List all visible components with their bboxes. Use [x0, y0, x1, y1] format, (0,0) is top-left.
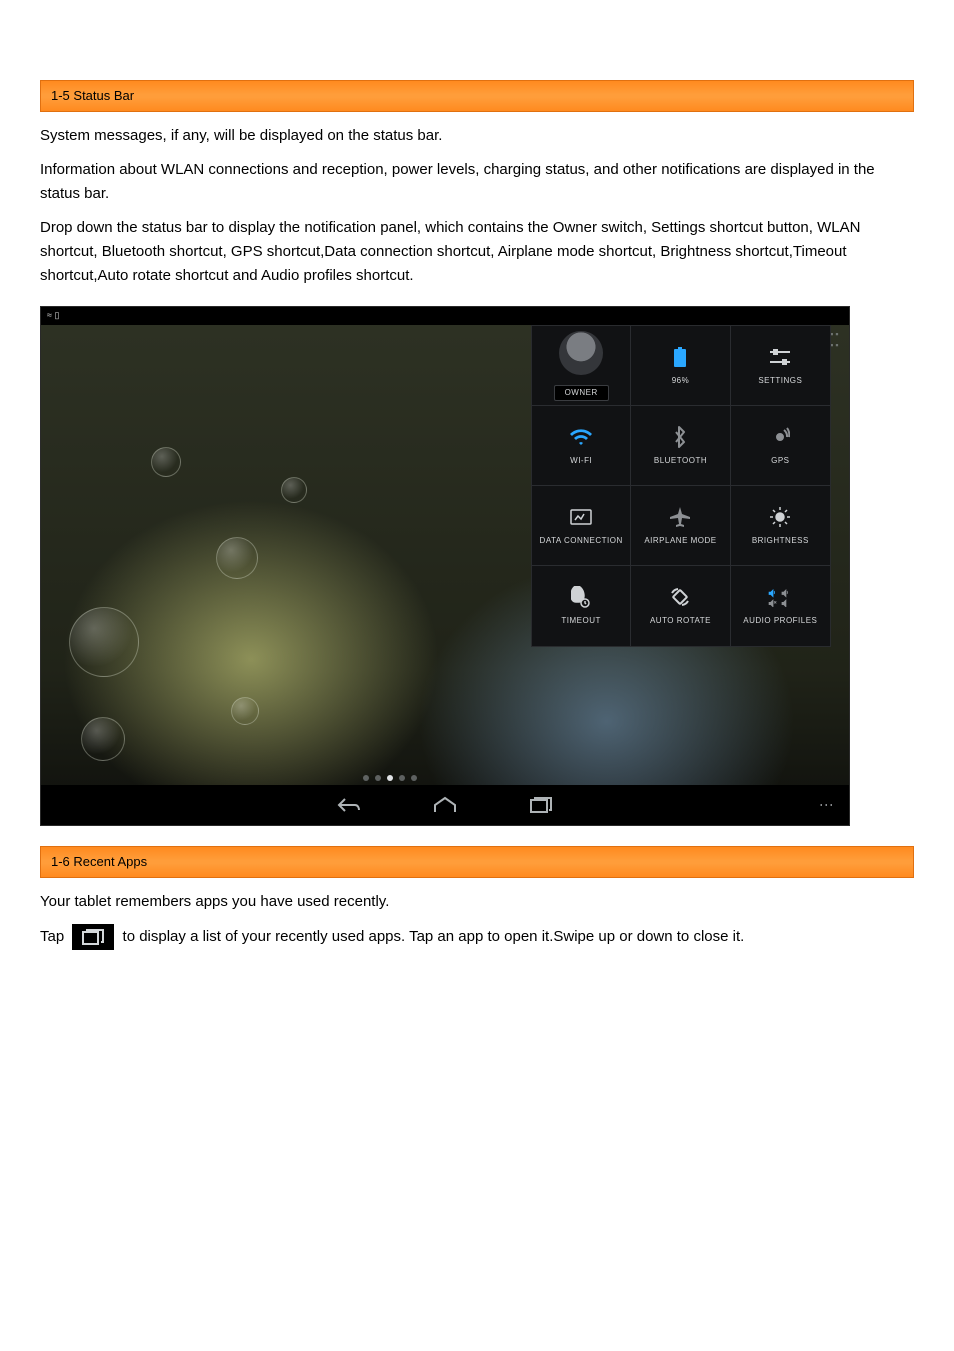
airplane-icon [668, 505, 692, 529]
text-fragment: Tap [40, 928, 64, 945]
qs-label: AUTO ROTATE [650, 615, 711, 627]
quick-settings-panel: OWNER 96% SETTINGS WI-FI [531, 325, 831, 647]
qs-label: GPS [771, 455, 789, 467]
avatar-icon [559, 331, 603, 375]
statusbar-left-icons: ≈ ▯ [47, 309, 59, 323]
qs-tile-audio-profiles[interactable]: AUDIO PROFILES [731, 566, 830, 646]
qs-label: OWNER [554, 385, 609, 401]
brightness-icon [768, 505, 792, 529]
recent-apps-icon[interactable] [527, 791, 555, 819]
paragraph: Drop down the status bar to display the … [40, 216, 914, 288]
tablet-screenshot: ≈ ▯ ▪▪▪▪▪▪ OWNER 96% SETTI [40, 306, 850, 826]
audio-profiles-icon [768, 585, 792, 609]
qs-label: DATA CONNECTION [540, 535, 623, 547]
paragraph: System messages, if any, will be display… [40, 124, 914, 148]
qs-tile-bluetooth[interactable]: BLUETOOTH [631, 406, 730, 486]
qs-tile-settings[interactable]: SETTINGS [731, 326, 830, 406]
qs-tile-owner[interactable]: OWNER [532, 326, 631, 406]
section-heading-status-bar: 1-5 Status Bar [40, 80, 914, 112]
qs-tile-wifi[interactable]: WI-FI [532, 406, 631, 486]
qs-tile-airplane-mode[interactable]: AIRPLANE MODE [631, 486, 730, 566]
qs-label: BLUETOOTH [654, 455, 707, 467]
section-heading-label: 1-6 Recent Apps [51, 852, 147, 872]
timeout-icon [569, 585, 593, 609]
section-body-status-bar: System messages, if any, will be display… [40, 124, 914, 288]
section-heading-recent-apps: 1-6 Recent Apps [40, 846, 914, 878]
menu-dots-icon[interactable]: ⋮ [816, 798, 837, 812]
qs-tile-data-connection[interactable]: DATA CONNECTION [532, 486, 631, 566]
paragraph: Information about WLAN connections and r… [40, 158, 914, 206]
qs-label: 96% [672, 375, 690, 387]
sliders-icon [768, 345, 792, 369]
section-body-recent-apps: Your tablet remembers apps you have used… [40, 890, 914, 950]
paragraph: Your tablet remembers apps you have used… [40, 890, 914, 914]
home-icon[interactable] [431, 791, 459, 819]
qs-label: SETTINGS [758, 375, 802, 387]
auto-rotate-icon [668, 585, 692, 609]
qs-label: AUDIO PROFILES [743, 615, 817, 627]
qs-tile-auto-rotate[interactable]: AUTO ROTATE [631, 566, 730, 646]
qs-tile-gps[interactable]: GPS [731, 406, 830, 486]
recent-apps-icon [72, 924, 114, 950]
qs-tile-battery[interactable]: 96% [631, 326, 730, 406]
bluetooth-icon [668, 425, 692, 449]
qs-tile-timeout[interactable]: TIMEOUT [532, 566, 631, 646]
home-page-indicator [363, 775, 417, 781]
text-fragment: to display a list of your recently used … [123, 928, 745, 945]
paragraph-with-icon: Tap to display a list of your recently u… [40, 924, 914, 950]
qs-label: WI-FI [570, 455, 592, 467]
battery-icon [668, 345, 692, 369]
tablet-nav-bar: ⋮ [41, 785, 849, 825]
qs-label: BRIGHTNESS [752, 535, 809, 547]
wifi-icon [569, 425, 593, 449]
tablet-status-bar: ≈ ▯ [41, 307, 849, 325]
qs-label: TIMEOUT [561, 615, 601, 627]
gps-icon [768, 425, 792, 449]
section-heading-label: 1-5 Status Bar [51, 86, 134, 106]
data-connection-icon [569, 505, 593, 529]
qs-label: AIRPLANE MODE [644, 535, 716, 547]
back-icon[interactable] [335, 791, 363, 819]
qs-tile-brightness[interactable]: BRIGHTNESS [731, 486, 830, 566]
